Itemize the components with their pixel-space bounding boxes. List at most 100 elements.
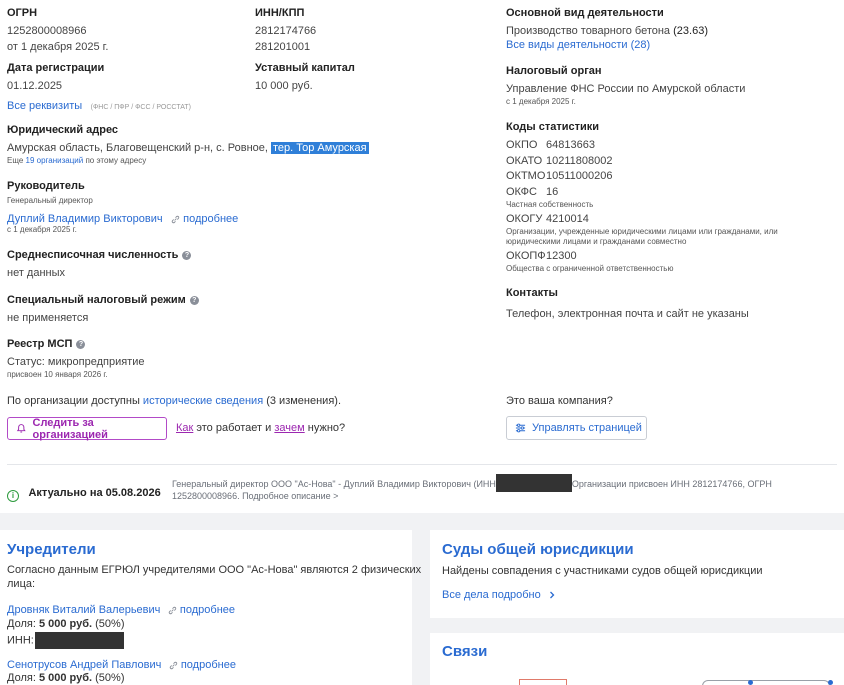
settings-sliders-icon [515,423,526,433]
help-icon[interactable]: ? [182,251,192,260]
actual-label: Актуально на 05.08.2026 [28,487,161,499]
follow-organization-button[interactable]: Следить за организацией [7,416,167,441]
links-title[interactable]: Связи [442,643,487,660]
tax-regime-label-text: Специальный налоговый режим [7,294,186,306]
founder-1-share-amount: 5 000 руб. [38,618,93,630]
address-orgs-link[interactable]: 19 организаций [26,156,84,165]
founder-1-share-pre: Доля: [7,618,39,630]
address-note-pre: Еще [7,156,26,165]
divider [7,464,837,465]
follow-button-label: Следить за организацией [32,416,108,441]
msp-label-text: Реестр МСП [7,338,73,350]
founder-2-share-amount: 5 000 руб. [38,672,93,684]
history-pre: По организации доступны [7,395,143,407]
manage-button-label: Управлять страницей [532,422,642,434]
head-more-text: подробнее [183,213,239,225]
okfs-value: 16 [546,186,559,198]
how-link[interactable]: Как [176,422,193,434]
actual-desc-post: Организации присвоен ИНН 2812174766, ОГР… [571,478,772,489]
graph-dot [828,680,833,685]
okogu-value: 4210014 [546,213,589,225]
address-label: Юридический адрес [7,124,119,136]
activity-name: Производство товарного бетона [506,25,671,37]
head-more-link[interactable]: подробнее [171,213,238,225]
company-details-card: ОГРН 1252800008966 от 1 декабря 2025 г. … [0,0,844,513]
founder-1-name[interactable]: Дровняк Виталий Валерьевич [7,604,160,616]
kpp-value: 281201001 [255,41,311,53]
ogrn-date: от 1 декабря 2025 г. [7,41,109,53]
staff-value: нет данных [7,267,66,279]
how-row: Как это работает и зачем нужно? [176,422,345,434]
okato-value: 10211808002 [546,155,613,167]
founder-1-row: Дровняк Виталий Валерьевич подробнее [7,600,235,618]
founders-title[interactable]: Учредители [7,541,96,558]
founder-2-share: Доля: 5 000 руб. (50%) [7,672,124,684]
info-icon: i [7,490,19,502]
graph-node [519,679,567,685]
link-icon [169,661,177,669]
oktmo-value: 10511000206 [546,170,613,182]
founder-2-more[interactable]: подробнее [169,659,236,671]
okfs-key: ОКФС [506,186,537,198]
capital-label: Уставный капитал [255,62,355,74]
founders-text-1: Согласно данным ЕГРЮЛ учредителями ООО "… [7,564,422,576]
tax-office-value: Управление ФНС России по Амурской област… [506,83,746,95]
help-icon[interactable]: ? [189,296,199,305]
capital-value: 10 000 руб. [255,80,313,92]
all-requisites-link[interactable]: Все реквизиты [7,100,82,112]
history-link[interactable]: исторические сведения [143,395,263,407]
manage-page-button[interactable]: Управлять страницей [506,416,647,440]
tax-office-label: Налоговый орган [506,65,602,77]
address-note: Еще 19 организаций по этому адресу [7,156,146,165]
head-name-link[interactable]: Дуплий Владимир Викторович [7,213,163,225]
okopf-note: Общества с ограниченной ответственностью [506,264,674,273]
founder-1-share-pct: (50%) [92,618,125,630]
link-icon [171,215,180,223]
history-post: (3 изменения). [263,395,342,407]
staff-label-text: Среднесписочная численность [7,249,179,261]
courts-card: Суды общей юрисдикции Найдены совпадения… [430,530,844,618]
inn-kpp-label: ИНН/КПП [255,7,305,19]
tax-regime-value: не применяется [7,312,89,324]
founders-text-2: лица: [7,578,36,590]
why-link[interactable]: зачем [274,422,304,434]
inn-value: 2812174766 [255,25,317,37]
redacted-block [495,474,572,492]
reg-date-value: 01.12.2025 [7,80,63,92]
link-icon [168,606,177,614]
founder-1-inn: ИНН: [7,632,124,649]
courts-all-link-text: Все дела подробно [442,589,541,601]
activity-code: (23.63) [673,25,708,37]
okfs-note: Частная собственность [506,200,594,209]
actual-description-line-2[interactable]: 1252800008966. Подробное описание > [172,491,338,501]
founders-card: Учредители Согласно данным ЕГРЮЛ учредит… [0,530,421,685]
bell-icon [16,424,26,433]
founder-1-more-text: подробнее [179,604,236,616]
why-post: нужно? [304,422,346,434]
actual-description-line-1: Генеральный директор ООО "Ас-Нова" - Дуп… [172,474,772,492]
all-requisites-note: (ФНС / ПФР / ФСС / РОССТАТ) [90,104,191,111]
staff-label: Среднесписочная численность? [7,249,192,261]
founder-2-share-pct: (50%) [92,672,125,684]
address-main: Амурская область, Благовещенский р-н, с.… [7,142,271,154]
founder-1-share: Доля: 5 000 руб. (50%) [7,618,124,630]
msp-label: Реестр МСП? [7,338,86,350]
ogrn-value: 1252800008966 [7,25,87,37]
founder-2-name[interactable]: Сенотрусов Андрей Павлович [7,659,161,671]
history-row: По организации доступны исторические све… [7,395,341,407]
courts-title[interactable]: Суды общей юрисдикции [442,541,634,558]
courts-all-link[interactable]: Все дела подробно [442,589,556,601]
all-activities-link[interactable]: Все виды деятельности (28) [506,39,650,51]
founder-1-more[interactable]: подробнее [168,604,235,616]
oktmo-key: ОКТМО [506,170,546,182]
msp-date: присвоен 10 января 2026 г. [7,370,108,379]
activity-value: Производство товарного бетона (23.63) [506,25,708,37]
okato-key: ОКАТО [506,155,543,167]
okopf-value: 12300 [546,250,577,262]
address-highlight[interactable]: тер. Тор Амурская [271,142,369,154]
own-company-question: Это ваша компания? [506,395,613,407]
help-icon[interactable]: ? [76,340,86,349]
head-label: Руководитель [7,180,85,192]
msp-status: Статус: микропредприятие [7,356,145,368]
okogu-note-1: Организации, учрежденные юридическими ли… [506,227,778,236]
